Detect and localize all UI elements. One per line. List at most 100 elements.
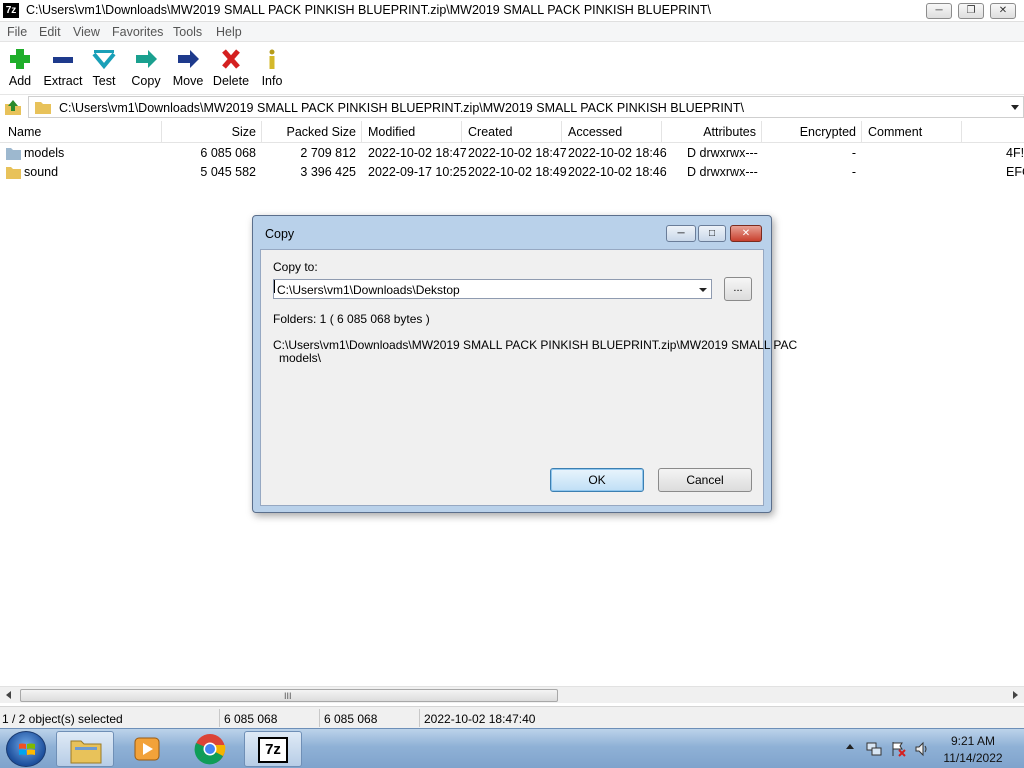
status-divider xyxy=(419,709,420,727)
table-row[interactable]: models 6 085 068 2 709 812 2022-10-02 18… xyxy=(0,144,1024,163)
title-bar: 7z C:\Users\vm1\Downloads\MW2019 SMALL P… xyxy=(0,0,1024,22)
column-modified[interactable]: Modified xyxy=(368,125,415,139)
explorer-folder-icon xyxy=(70,740,102,764)
scroll-left-arrow-icon[interactable] xyxy=(6,691,11,699)
toolbar: Add Extract Test Copy Move Delete Info xyxy=(0,42,1024,94)
row-modified: 2022-09-17 10:25 xyxy=(368,165,467,179)
column-attributes[interactable]: Attributes xyxy=(676,125,756,139)
maximize-button[interactable]: ❐ xyxy=(958,3,984,19)
destination-value[interactable]: C:\Users\vm1\Downloads\Dekstop xyxy=(277,283,460,297)
network-icon[interactable] xyxy=(866,741,882,757)
menu-edit[interactable]: Edit xyxy=(39,25,61,39)
minimize-button[interactable]: ─ xyxy=(926,3,952,19)
row-attributes: D drwxrwx--- xyxy=(687,165,758,179)
dialog-title: Copy xyxy=(265,227,295,241)
status-divider xyxy=(319,709,320,727)
sevenzip-taskbar-icon: 7z xyxy=(258,737,288,763)
column-created[interactable]: Created xyxy=(468,125,512,139)
row-crc: EFC xyxy=(1006,165,1024,179)
menu-tools[interactable]: Tools xyxy=(173,25,202,39)
scrollbar-thumb[interactable]: III xyxy=(20,689,558,702)
column-divider[interactable] xyxy=(261,121,262,142)
volume-icon[interactable] xyxy=(914,741,930,757)
taskbar-7zip[interactable]: 7z xyxy=(244,731,302,767)
ok-button[interactable]: OK xyxy=(550,468,644,492)
row-name: models xyxy=(24,146,65,160)
row-size: 5 045 582 xyxy=(200,165,256,179)
media-player-icon xyxy=(134,737,160,761)
row-name: sound xyxy=(24,165,59,179)
row-modified: 2022-10-02 18:47 xyxy=(368,146,467,160)
status-size: 6 085 068 xyxy=(224,712,278,726)
info-icon xyxy=(269,49,275,69)
status-bar: 1 / 2 object(s) selected 6 085 068 6 085… xyxy=(0,706,1024,728)
column-divider[interactable] xyxy=(661,121,662,142)
browse-button[interactable]: ... xyxy=(724,277,752,301)
sevenzip-app-icon: 7z xyxy=(3,3,19,18)
horizontal-scrollbar[interactable]: III xyxy=(0,686,1024,703)
column-size[interactable]: Size xyxy=(186,125,256,139)
column-name[interactable]: Name xyxy=(8,125,41,139)
taskbar: 7z 9:21 AM 11/14/2022 xyxy=(0,728,1024,768)
row-encrypted: - xyxy=(851,165,856,179)
dialog-body: Copy to: C:\Users\vm1\Downloads\Dekstop … xyxy=(260,249,797,506)
clock-date[interactable]: 11/14/2022 xyxy=(938,751,1008,765)
info-label: Info xyxy=(261,74,283,88)
windows-logo-icon xyxy=(19,743,35,755)
status-date: 2022-10-02 18:47:40 xyxy=(424,712,536,726)
dialog-maximize-button[interactable]: □ xyxy=(698,225,726,242)
scroll-right-arrow-icon[interactable] xyxy=(1013,691,1018,699)
copy-dialog: Copy ─ □ ✕ Copy to: C:\Users\vm1\Downloa… xyxy=(252,215,797,513)
address-field[interactable]: C:\Users\vm1\Downloads\MW2019 SMALL PACK… xyxy=(28,96,1024,118)
taskbar-chrome[interactable] xyxy=(182,731,240,767)
copy-to-label: Copy to: xyxy=(273,260,318,274)
address-bar: C:\Users\vm1\Downloads\MW2019 SMALL PACK… xyxy=(0,94,1024,118)
column-divider[interactable] xyxy=(761,121,762,142)
column-accessed[interactable]: Accessed xyxy=(568,125,622,139)
status-divider xyxy=(219,709,220,727)
menu-view[interactable]: View xyxy=(73,25,100,39)
column-divider[interactable] xyxy=(961,121,962,142)
chrome-icon xyxy=(194,734,226,765)
source-path-line2: models\ xyxy=(279,351,322,365)
row-packed-size: 3 396 425 xyxy=(300,165,356,179)
menu-favorites[interactable]: Favorites xyxy=(112,25,163,39)
row-created: 2022-10-02 18:47 xyxy=(468,146,567,160)
folder-up-icon[interactable] xyxy=(4,98,22,116)
dropdown-arrow-icon[interactable] xyxy=(699,288,707,292)
column-divider[interactable] xyxy=(561,121,562,142)
info-button[interactable]: Info xyxy=(247,46,297,88)
text-cursor xyxy=(274,280,275,293)
row-packed-size: 2 709 812 xyxy=(300,146,356,160)
column-packed-size[interactable]: Packed Size xyxy=(276,125,356,139)
cancel-button[interactable]: Cancel xyxy=(658,468,752,492)
taskbar-explorer[interactable] xyxy=(56,731,114,767)
dialog-close-button[interactable]: ✕ xyxy=(730,225,762,242)
column-divider[interactable] xyxy=(861,121,862,142)
action-center-flag-icon[interactable] xyxy=(890,741,906,757)
clock-time[interactable]: 9:21 AM xyxy=(940,734,1006,748)
start-button[interactable] xyxy=(6,731,46,767)
row-created: 2022-10-02 18:49 xyxy=(468,165,567,179)
table-row[interactable]: sound 5 045 582 3 396 425 2022-09-17 10:… xyxy=(0,163,1024,182)
source-path-line1: C:\Users\vm1\Downloads\MW2019 SMALL PACK… xyxy=(273,338,798,352)
folder-icon xyxy=(35,102,51,114)
taskbar-media-player[interactable] xyxy=(118,731,176,767)
column-comment[interactable]: Comment xyxy=(868,125,922,139)
row-crc: 4F! xyxy=(1006,146,1024,160)
close-button[interactable]: ✕ xyxy=(990,3,1016,19)
address-dropdown-arrow-icon[interactable] xyxy=(1011,105,1019,110)
destination-combobox[interactable]: C:\Users\vm1\Downloads\Dekstop xyxy=(273,279,712,299)
column-divider[interactable] xyxy=(361,121,362,142)
column-divider[interactable] xyxy=(161,121,162,142)
column-encrypted[interactable]: Encrypted xyxy=(776,125,856,139)
folder-icon xyxy=(6,167,21,179)
window-title: C:\Users\vm1\Downloads\MW2019 SMALL PACK… xyxy=(26,3,711,17)
folder-icon xyxy=(6,148,21,160)
dialog-minimize-button[interactable]: ─ xyxy=(666,225,696,242)
column-divider[interactable] xyxy=(461,121,462,142)
menu-help[interactable]: Help xyxy=(216,25,242,39)
row-size: 6 085 068 xyxy=(200,146,256,160)
tray-expand-icon[interactable] xyxy=(846,744,854,749)
menu-file[interactable]: File xyxy=(7,25,27,39)
